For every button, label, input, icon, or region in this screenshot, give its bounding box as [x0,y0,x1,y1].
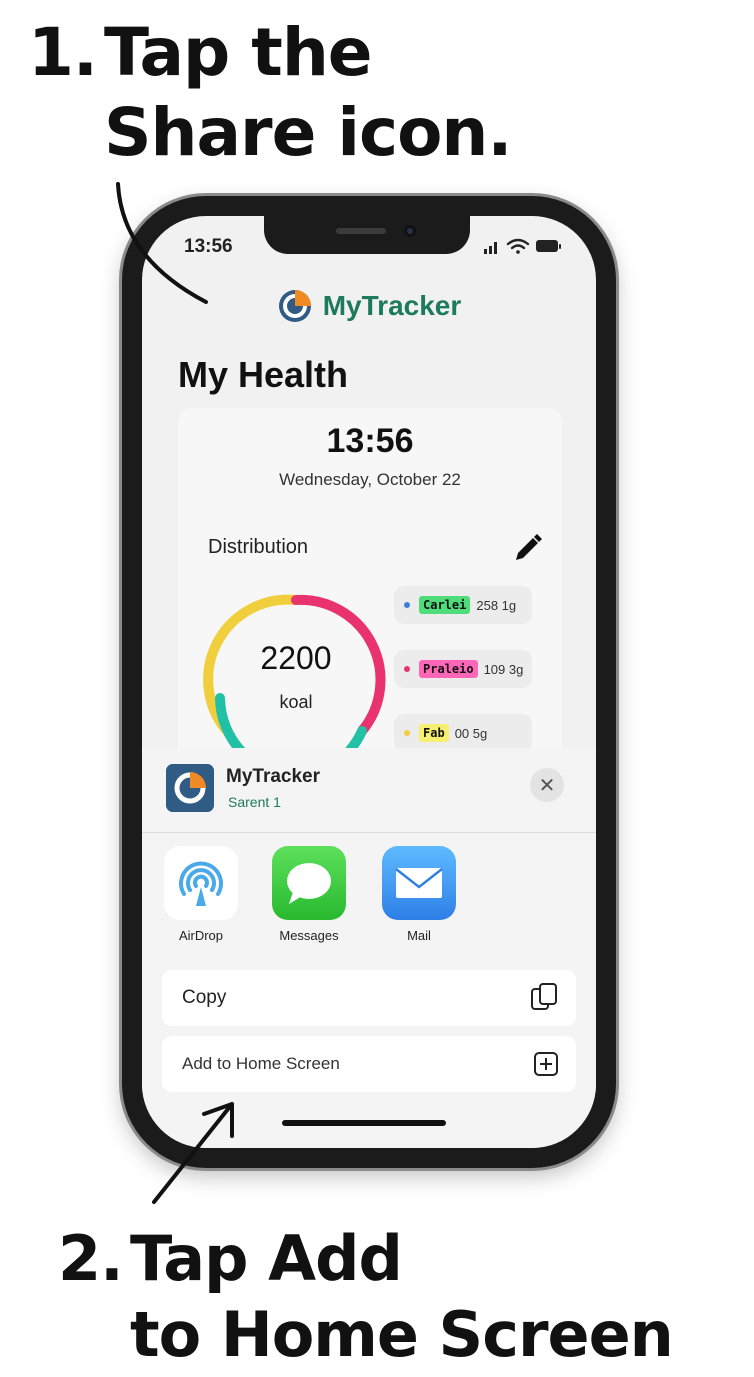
macro-chip-fat[interactable]: Fab 00 5g [394,714,532,752]
step2-number: 2. [58,1222,124,1295]
macro-amount: 00 5g [454,725,488,741]
kcal-value: 2200 [260,640,332,676]
add-to-home-screen-label: Add to Home Screen [182,1054,340,1073]
airdrop-icon [179,861,223,906]
date: Wednesday, October 22 [279,470,461,489]
app-logo-icon [278,290,311,322]
front-camera [404,225,416,237]
share-app-airdrop[interactable]: AirDrop [158,846,244,943]
share-app-mail[interactable]: Mail [376,846,462,943]
copy-icon [531,983,557,1010]
macro-name: Fab [419,724,449,742]
share-sheet-app-name: MyTracker [226,766,321,787]
step2-line1: Tap Add [130,1222,403,1295]
wifi-icon [506,238,530,254]
mail-tile [382,846,456,920]
macro-dot [404,602,410,608]
messages-tile [272,846,346,920]
phone-screen: 13:56 MyTracker My Health 13:56 Wednesda… [142,216,596,1148]
messages-icon [287,863,331,904]
app-icon [166,764,214,812]
copy-button[interactable]: Copy [162,970,576,1026]
app-title: MyTracker [322,290,462,321]
distribution-label: Distribution [208,536,309,558]
app-header: MyTracker [142,276,596,336]
share-app-messages[interactable]: Messages [266,846,352,943]
macro-dot [404,666,410,672]
airdrop-tile [164,846,238,920]
macro-dot [404,730,410,736]
macro-chip-carbs[interactable]: Carlei 258 1g [394,586,532,624]
home-indicator [282,1120,446,1126]
share-app-label: Messages [279,928,339,943]
macro-name: Praleio [419,660,478,678]
step2-line2: to Home Screen [130,1298,674,1371]
clock: 13:56 [326,422,414,460]
share-sheet-subtitle: Sarent 1 [228,794,281,810]
close-icon: ✕ [538,774,556,797]
step1-number: 1. [28,14,98,91]
macro-name: Carlei [419,596,471,614]
share-sheet-header: MyTracker Sarent 1 ✕ [142,748,596,833]
share-sheet: MyTracker Sarent 1 ✕ AirDrop Messages Ma… [142,748,596,1148]
share-app-label: Mail [407,928,431,943]
page-title: My Health [178,354,349,395]
macro-chip-protein[interactable]: Praleio 109 3g [394,650,532,688]
copy-label: Copy [182,987,227,1008]
close-button[interactable]: ✕ [530,768,564,802]
status-time: 13:56 [184,236,233,257]
calorie-ring [203,594,386,757]
signal-icon [484,242,497,254]
pencil-icon[interactable] [508,530,544,566]
add-to-home-screen-button[interactable]: Add to Home Screen [162,1036,576,1092]
step1-line2: Share icon. [104,94,512,171]
status-icons [484,238,561,254]
share-app-label: AirDrop [178,928,224,943]
phone-frame: 13:56 MyTracker My Health 13:56 Wednesda… [122,196,616,1168]
mail-icon [395,868,443,898]
macro-amount: 109 3g [483,661,524,677]
notch [264,216,470,254]
kcal-unit: koal [279,692,313,712]
step1-line1: Tap the [104,14,373,91]
battery-icon [536,240,561,252]
macro-amount: 258 1g [476,597,517,613]
add-square-icon [534,1052,558,1076]
speaker-grille [336,228,386,234]
